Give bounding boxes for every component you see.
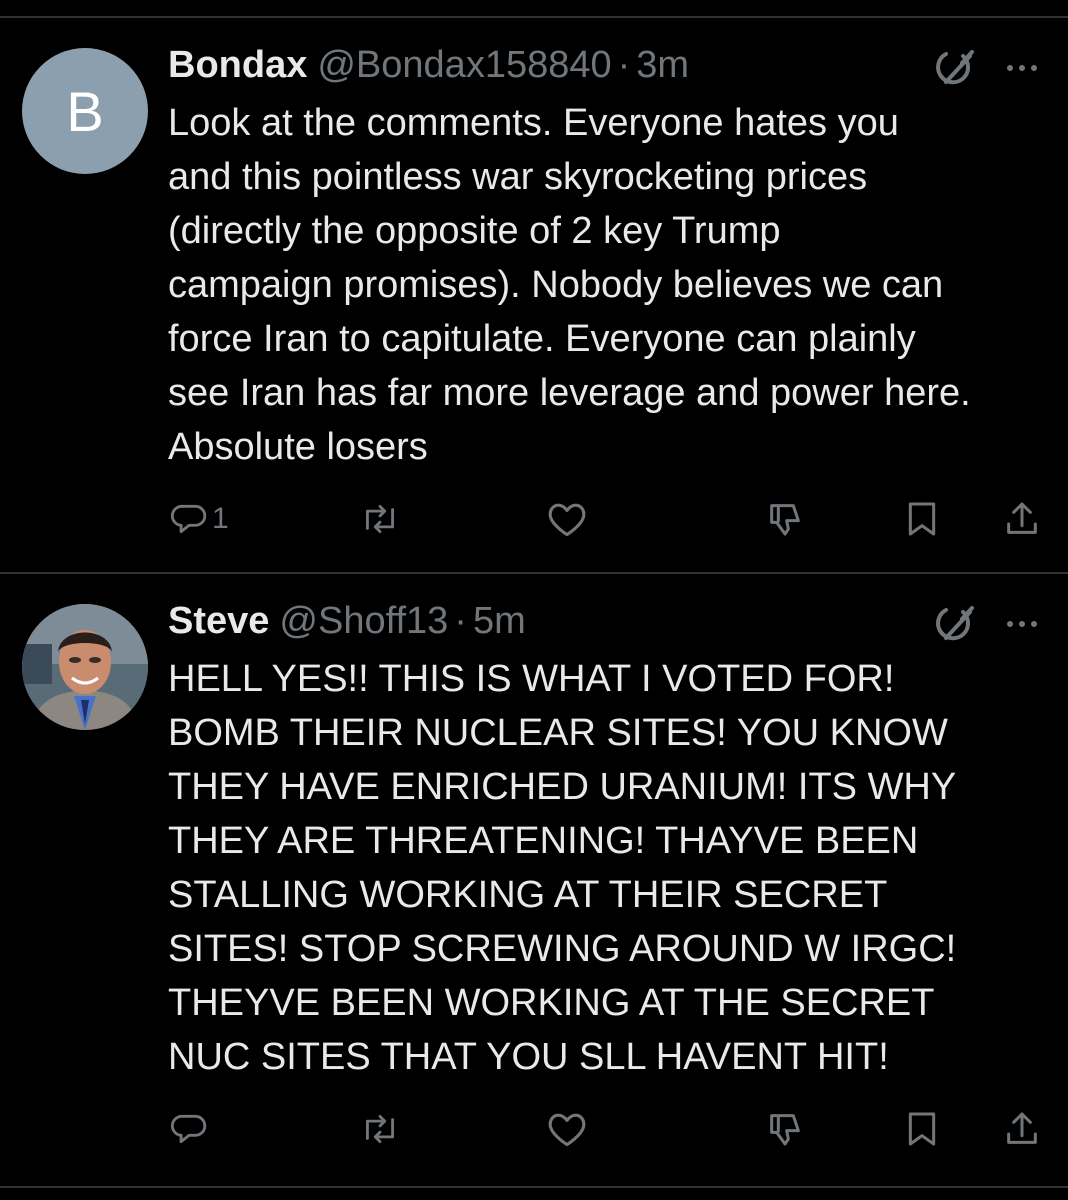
like-button[interactable] (546, 494, 588, 544)
top-divider (0, 16, 1068, 18)
post-text: HELL YES!! THIS IS WHAT I VOTED FOR! BOM… (168, 652, 1048, 1084)
repost-icon (366, 505, 394, 533)
text-line: campaign promises). Nobody believes we c… (168, 264, 944, 306)
bookmark-icon (908, 1112, 936, 1146)
reply-button[interactable]: 1 (170, 494, 229, 544)
bookmark-button[interactable] (904, 1104, 940, 1154)
text-line: HELL YES!! THIS IS WHAT I VOTED FOR! (168, 658, 895, 700)
post-header: Bondax @Bondax158840 · 3m (168, 44, 689, 94)
post-divider (0, 572, 1068, 574)
share-button[interactable] (1002, 1104, 1042, 1154)
reply-count: 1 (212, 502, 229, 535)
text-line: NUC SITES THAT YOU SLL HAVENT HIT! (168, 1036, 889, 1078)
more-icon[interactable] (1002, 58, 1042, 78)
profile-photo (22, 604, 148, 730)
bookmark-icon (908, 502, 936, 536)
display-name[interactable]: Bondax (168, 44, 307, 87)
more-icon[interactable] (1002, 614, 1042, 634)
text-line: SITES! STOP SCREWING AROUND W IRGC! (168, 928, 957, 970)
post-time[interactable]: 5m (473, 600, 526, 643)
reply-button[interactable] (170, 1104, 212, 1154)
repost-button[interactable] (358, 1104, 402, 1154)
bottom-divider (0, 1186, 1068, 1188)
thumbs-down-icon (770, 504, 800, 536)
text-line: THEYVE BEEN WORKING AT THE SECRET (168, 982, 935, 1024)
avatar[interactable] (22, 604, 148, 730)
text-line: see Iran has far more leverage and power… (168, 372, 971, 414)
text-line: THEY ARE THREATENING! THAYVE BEEN (168, 820, 919, 862)
separator-dot: · (454, 600, 467, 642)
dislike-button[interactable] (764, 494, 806, 544)
post-header: Steve @Shoff13 · 5m (168, 600, 526, 650)
reply-icon (170, 504, 207, 534)
grok-icon[interactable] (932, 46, 980, 92)
text-line: force Iran to capitulate. Everyone can p… (168, 318, 916, 360)
bookmark-button[interactable] (904, 494, 940, 544)
share-button[interactable] (1002, 494, 1042, 544)
thumbs-down-icon (770, 1114, 800, 1146)
post-text: Look at the comments. Everyone hates you… (168, 96, 1048, 474)
separator-dot: · (617, 44, 631, 86)
text-line: Absolute losers (168, 426, 428, 468)
text-line: BOMB THEIR NUCLEAR SITES! YOU KNOW (168, 712, 948, 754)
user-handle[interactable]: @Bondax158840 (317, 44, 611, 87)
action-bar: 1 (0, 494, 1068, 544)
grok-icon[interactable] (932, 602, 980, 648)
text-line: THEY HAVE ENRICHED URANIUM! ITS WHY (168, 766, 957, 808)
text-line: Look at the comments. Everyone hates you (168, 102, 899, 144)
like-button[interactable] (546, 1104, 588, 1154)
reply-post[interactable]: Steve @Shoff13 · 5m HELL YES!! THIS IS W… (0, 600, 1068, 1160)
reply-post[interactable]: B Bondax @Bondax158840 · 3m Look at the … (0, 44, 1068, 554)
reply-icon (170, 1114, 207, 1144)
display-name[interactable]: Steve (168, 600, 269, 643)
repost-button[interactable] (358, 494, 402, 544)
text-line: (directly the opposite of 2 key Trump (168, 210, 781, 252)
user-handle[interactable]: @Shoff13 (279, 600, 448, 643)
action-bar (0, 1104, 1068, 1154)
share-icon (1007, 1112, 1037, 1144)
text-line: STALLING WORKING AT THEIR SECRET (168, 874, 888, 916)
dislike-button[interactable] (764, 1104, 806, 1154)
heart-icon (548, 1113, 586, 1147)
avatar[interactable]: B (22, 48, 148, 174)
heart-icon (548, 503, 586, 537)
repost-icon (366, 1115, 394, 1143)
post-time[interactable]: 3m (636, 44, 689, 87)
share-icon (1007, 502, 1037, 534)
text-line: and this pointless war skyrocketing pric… (168, 156, 868, 198)
